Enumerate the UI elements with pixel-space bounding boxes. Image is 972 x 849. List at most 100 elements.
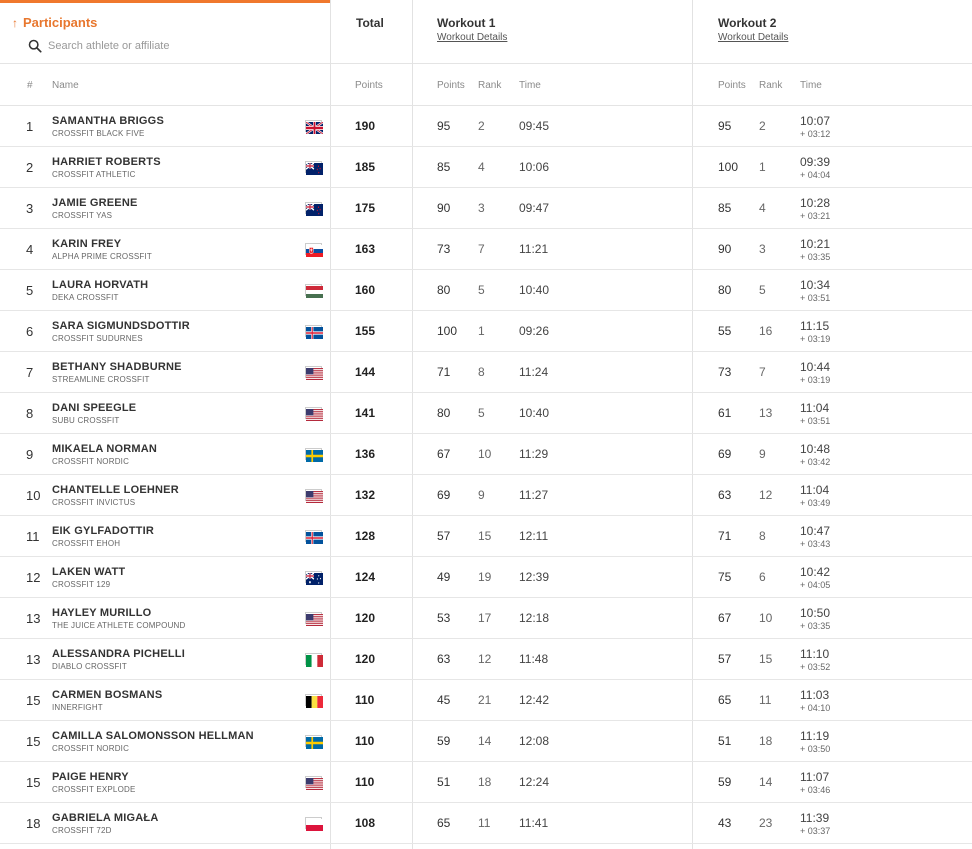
table-row[interactable]: 9 MIKAELA NORMAN CROSSFIT NORDIC 136 67 10 11:…: [0, 434, 972, 475]
w1-time: 12:11: [519, 529, 549, 543]
country-flag-icon[interactable]: [305, 776, 323, 790]
affiliate-name[interactable]: CROSSFIT 129: [52, 580, 110, 589]
table-row[interactable]: 15 CARMEN BOSMANS INNERFIGHT 110 45 21 12:42 65…: [0, 680, 972, 721]
country-flag-icon[interactable]: [305, 202, 323, 216]
affiliate-name[interactable]: CROSSFIT NORDIC: [52, 744, 129, 753]
workout1-column-header: Workout 1: [437, 16, 496, 30]
athlete-name[interactable]: BETHANY SHADBURNE: [52, 361, 182, 373]
athlete-name[interactable]: CAMILLA SALOMONSSON HELLMAN: [52, 730, 254, 742]
w1-points: 53: [437, 611, 451, 625]
total-points: 110: [355, 775, 375, 789]
country-flag-icon[interactable]: [305, 366, 323, 380]
table-row[interactable]: 2 HARRIET ROBERTS CROSSFIT ATHLETIC 185 85 4 1…: [0, 147, 972, 188]
affiliate-name[interactable]: CROSSFIT 72D: [52, 826, 112, 835]
country-flag-icon[interactable]: [305, 653, 323, 667]
country-flag-icon[interactable]: [305, 284, 323, 298]
table-row[interactable]: 3 JAMIE GREENE CROSSFIT YAS 175 90 3 09:47 85 4 1…: [0, 188, 972, 229]
table-row[interactable]: 11 EIK GYLFADOTTIR CROSSFIT EHOH 128 57 15 12:…: [0, 516, 972, 557]
affiliate-name[interactable]: CROSSFIT NORDIC: [52, 457, 129, 466]
athlete-name[interactable]: MIKAELA NORMAN: [52, 443, 157, 455]
country-flag-icon[interactable]: [305, 612, 323, 626]
affiliate-name[interactable]: DIABLO CROSSFIT: [52, 662, 127, 671]
athlete-name[interactable]: CHANTELLE LOEHNER: [52, 484, 179, 496]
table-row[interactable]: 10 CHANTELLE LOEHNER CROSSFIT INVICTUS 132 6…: [0, 475, 972, 516]
w2-time-delta: + 03:19: [800, 334, 831, 344]
table-row[interactable]: 8 DANI SPEEGLE SUBU CROSSFIT 141 80 5 10:40 61 1…: [0, 393, 972, 434]
athlete-name[interactable]: DANI SPEEGLE: [52, 402, 136, 414]
participants-sort-toggle[interactable]: ↑ Participants: [12, 15, 97, 30]
country-flag-icon[interactable]: [305, 120, 324, 136]
country-flag-icon[interactable]: [305, 530, 323, 544]
workout1-details-link[interactable]: Workout Details: [437, 32, 507, 43]
table-row[interactable]: 7 BETHANY SHADBURNE STREAMLINE CROSSFIT 144…: [0, 352, 972, 393]
w2-points-column-label[interactable]: Points: [718, 80, 746, 91]
affiliate-name[interactable]: CROSSFIT ATHLETIC: [52, 170, 136, 179]
table-row[interactable]: 1 SAMANTHA BRIGGS CROSSFIT BLACK FIVE 190 95…: [0, 106, 972, 147]
w2-time-delta: + 04:05: [800, 580, 831, 590]
athlete-name[interactable]: GABRIELA MIGAŁA: [52, 812, 158, 824]
total-points: 144: [355, 365, 376, 379]
table-row[interactable]: 6 SARA SIGMUNDSDOTTIR CROSSFIT SUDURNES 155…: [0, 311, 972, 352]
w1-rank-column-label[interactable]: Rank: [478, 80, 501, 91]
affiliate-name[interactable]: CROSSFIT EXPLODE: [52, 785, 136, 794]
athlete-name[interactable]: ALESSANDRA PICHELLI: [52, 648, 185, 660]
w2-time-column-label[interactable]: Time: [800, 80, 822, 91]
athlete-name[interactable]: KARIN FREY: [52, 238, 121, 250]
search-input[interactable]: [48, 40, 298, 52]
country-flag-icon[interactable]: [305, 694, 323, 708]
w1-time: 09:45: [519, 119, 550, 133]
country-flag-icon[interactable]: [305, 489, 323, 503]
w2-time-delta: + 03:51: [800, 293, 831, 303]
w2-points: 51: [718, 734, 732, 748]
table-row[interactable]: 15 PAIGE HENRY CROSSFIT EXPLODE 110 51 18 12:2…: [0, 762, 972, 803]
w1-points: 85: [437, 160, 451, 174]
athlete-name[interactable]: JAMIE GREENE: [52, 197, 138, 209]
w1-time-column-label[interactable]: Time: [519, 80, 541, 91]
country-flag-icon[interactable]: [305, 243, 323, 257]
total-points-column-label[interactable]: Points: [355, 80, 383, 91]
table-row[interactable]: 13 ALESSANDRA PICHELLI DIABLO CROSSFIT 120 6…: [0, 639, 972, 680]
total-column-header[interactable]: Total: [356, 16, 384, 30]
w1-points: 65: [437, 816, 451, 830]
athlete-name[interactable]: SARA SIGMUNDSDOTTIR: [52, 320, 190, 332]
affiliate-name[interactable]: INNERFIGHT: [52, 703, 103, 712]
athlete-name[interactable]: LAKEN WATT: [52, 566, 125, 578]
w1-time: 10:40: [519, 283, 550, 297]
affiliate-name[interactable]: STREAMLINE CROSSFIT: [52, 375, 150, 384]
athlete-name[interactable]: LAURA HORVATH: [52, 279, 148, 291]
w1-points-column-label[interactable]: Points: [437, 80, 465, 91]
table-row[interactable]: 13 HAYLEY MURILLO THE JUICE ATHLETE COMPOU…: [0, 598, 972, 639]
athlete-name[interactable]: EIK GYLFADOTTIR: [52, 525, 154, 537]
affiliate-name[interactable]: CROSSFIT INVICTUS: [52, 498, 135, 507]
athlete-name[interactable]: CARMEN BOSMANS: [52, 689, 162, 701]
search-box[interactable]: [28, 36, 318, 56]
country-flag-icon[interactable]: [305, 161, 323, 175]
country-flag-icon[interactable]: [305, 325, 323, 339]
athlete-name[interactable]: HARRIET ROBERTS: [52, 156, 161, 168]
affiliate-name[interactable]: ALPHA PRIME CROSSFIT: [52, 252, 152, 261]
table-row[interactable]: 5 LAURA HORVATH DEKA CROSSFIT 160 80 5 10:40 80…: [0, 270, 972, 311]
country-flag-icon[interactable]: [305, 735, 323, 749]
affiliate-name[interactable]: DEKA CROSSFIT: [52, 293, 119, 302]
affiliate-name[interactable]: THE JUICE ATHLETE COMPOUND: [52, 621, 186, 630]
table-row[interactable]: 4 KARIN FREY ALPHA PRIME CROSSFIT 163 73 7 11:…: [0, 229, 972, 270]
affiliate-name[interactable]: CROSSFIT BLACK FIVE: [52, 129, 145, 138]
w2-rank-column-label[interactable]: Rank: [759, 80, 782, 91]
athlete-name[interactable]: HAYLEY MURILLO: [52, 607, 151, 619]
affiliate-name[interactable]: SUBU CROSSFIT: [52, 416, 120, 425]
affiliate-name[interactable]: CROSSFIT YAS: [52, 211, 112, 220]
affiliate-name[interactable]: CROSSFIT EHOH: [52, 539, 120, 548]
country-flag-icon[interactable]: [305, 407, 323, 421]
country-flag-icon[interactable]: [305, 448, 323, 462]
athlete-name[interactable]: PAIGE HENRY: [52, 771, 129, 783]
country-flag-icon[interactable]: [305, 571, 323, 585]
table-row[interactable]: 18 GABRIELA MIGAŁA CROSSFIT 72D 108 65 11 11:4…: [0, 803, 972, 844]
table-row[interactable]: 15 CAMILLA SALOMONSSON HELLMAN CROSSFIT NO…: [0, 721, 972, 762]
table-row[interactable]: 12 LAKEN WATT CROSSFIT 129 124 49 19 12:39 75 6 1…: [0, 557, 972, 598]
affiliate-name[interactable]: CROSSFIT SUDURNES: [52, 334, 143, 343]
country-flag-icon[interactable]: [305, 817, 323, 831]
workout2-details-link[interactable]: Workout Details: [718, 32, 788, 43]
athlete-name[interactable]: SAMANTHA BRIGGS: [52, 115, 164, 127]
w1-rank: 19: [478, 570, 492, 584]
w2-time: 11:39: [800, 811, 830, 825]
